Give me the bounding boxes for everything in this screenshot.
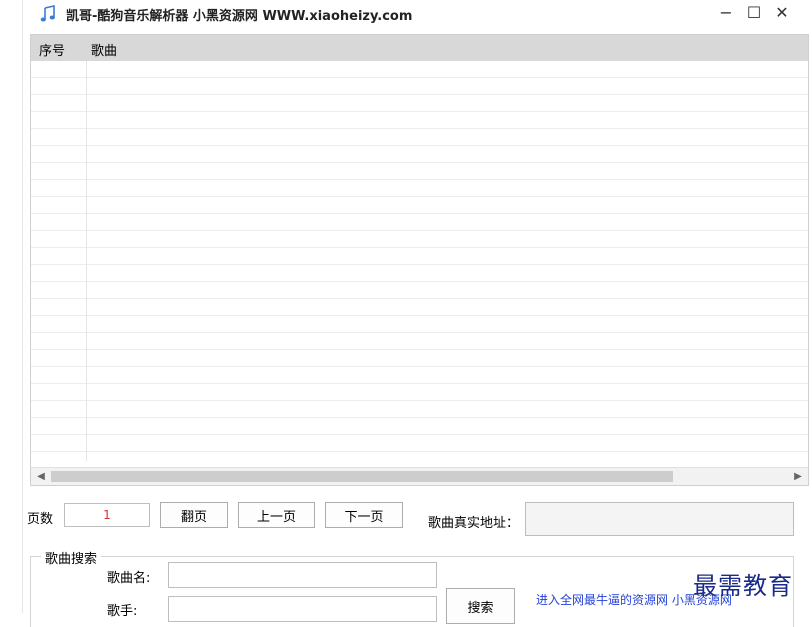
song-list-table[interactable]: 序号 歌曲 ◀ ▶ <box>30 34 809 486</box>
watermark: 最需教育 <box>693 572 793 600</box>
song-search-title: 歌曲搜索 <box>41 548 102 567</box>
real-url-label: 歌曲真实地址： <box>428 516 520 531</box>
music-note-icon <box>40 5 55 22</box>
scroll-left-icon[interactable]: ◀ <box>33 469 49 484</box>
scrollbar-thumb[interactable] <box>51 471 673 482</box>
column-header-index[interactable]: 序号 <box>39 40 65 59</box>
column-header-song[interactable]: 歌曲 <box>91 40 117 59</box>
title-bar: 凯哥-酷狗音乐解析器 小黑资源网 WWW.xiaoheizy.com − ☐ ✕ <box>24 0 812 28</box>
scroll-right-icon[interactable]: ▶ <box>790 469 806 484</box>
left-edge <box>0 0 24 613</box>
real-url-field[interactable] <box>525 502 794 536</box>
next-page-button[interactable]: 下一页 <box>325 502 403 528</box>
close-button[interactable]: ✕ <box>768 0 796 24</box>
table-body[interactable] <box>31 61 808 461</box>
column-divider <box>86 61 87 461</box>
flip-page-button[interactable]: 翻页 <box>160 502 228 528</box>
song-name-input[interactable] <box>168 562 437 588</box>
window-title: 凯哥-酷狗音乐解析器 小黑资源网 WWW.xiaoheizy.com <box>66 9 413 24</box>
horizontal-scrollbar[interactable]: ◀ ▶ <box>31 467 808 485</box>
previous-page-button[interactable]: 上一页 <box>238 502 315 528</box>
singer-input[interactable] <box>168 596 437 622</box>
page-number-input[interactable]: 1 <box>64 503 150 527</box>
singer-label: 歌手: <box>107 604 138 619</box>
table-header: 序号 歌曲 <box>31 35 808 61</box>
maximize-button[interactable]: ☐ <box>740 0 768 24</box>
minimize-button[interactable]: − <box>712 0 740 24</box>
search-button[interactable]: 搜索 <box>446 588 515 624</box>
pages-label: 页数 <box>27 512 54 527</box>
song-name-label: 歌曲名: <box>107 571 151 586</box>
